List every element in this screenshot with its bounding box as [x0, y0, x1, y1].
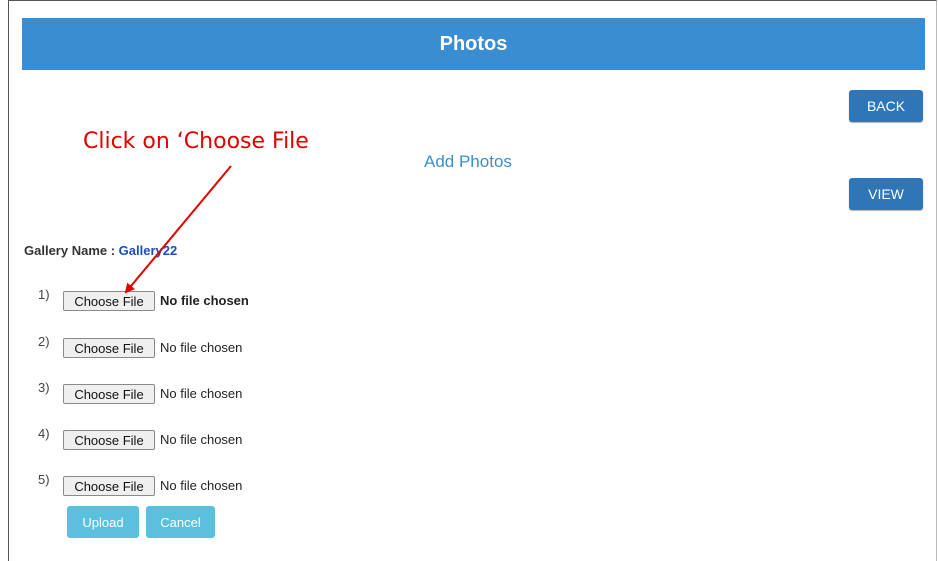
row-number: 1): [38, 287, 50, 302]
add-photos-title: Add Photos: [424, 152, 512, 171]
row-number: 3): [38, 380, 50, 395]
gallery-name-value: Gallery22: [118, 243, 178, 258]
choose-file-button-1[interactable]: Choose File: [63, 291, 155, 311]
file-status-2: No file chosen: [160, 340, 243, 355]
back-button[interactable]: BACK: [849, 90, 923, 122]
choose-file-button-2[interactable]: Choose File: [63, 338, 155, 358]
file-status-5: No file chosen: [160, 478, 243, 493]
row-number: 4): [38, 426, 50, 441]
upload-button[interactable]: Upload: [67, 506, 139, 538]
file-status-1: No file chosen: [160, 293, 249, 308]
cancel-button[interactable]: Cancel: [146, 506, 215, 538]
file-status-3: No file chosen: [160, 386, 243, 401]
page-title: Photos: [439, 32, 508, 55]
row-number: 2): [38, 334, 50, 349]
view-button[interactable]: VIEW: [849, 178, 923, 210]
page-header: Photos: [22, 18, 925, 70]
annotation-text: Click on ‘Choose File: [83, 129, 309, 154]
gallery-name-label: Gallery Name :: [24, 243, 119, 258]
gallery-name: Gallery Name : Gallery22: [24, 243, 177, 258]
row-number: 5): [38, 472, 50, 487]
choose-file-button-4[interactable]: Choose File: [63, 430, 155, 450]
choose-file-button-3[interactable]: Choose File: [63, 384, 155, 404]
file-status-4: No file chosen: [160, 432, 243, 447]
choose-file-button-5[interactable]: Choose File: [63, 476, 155, 496]
